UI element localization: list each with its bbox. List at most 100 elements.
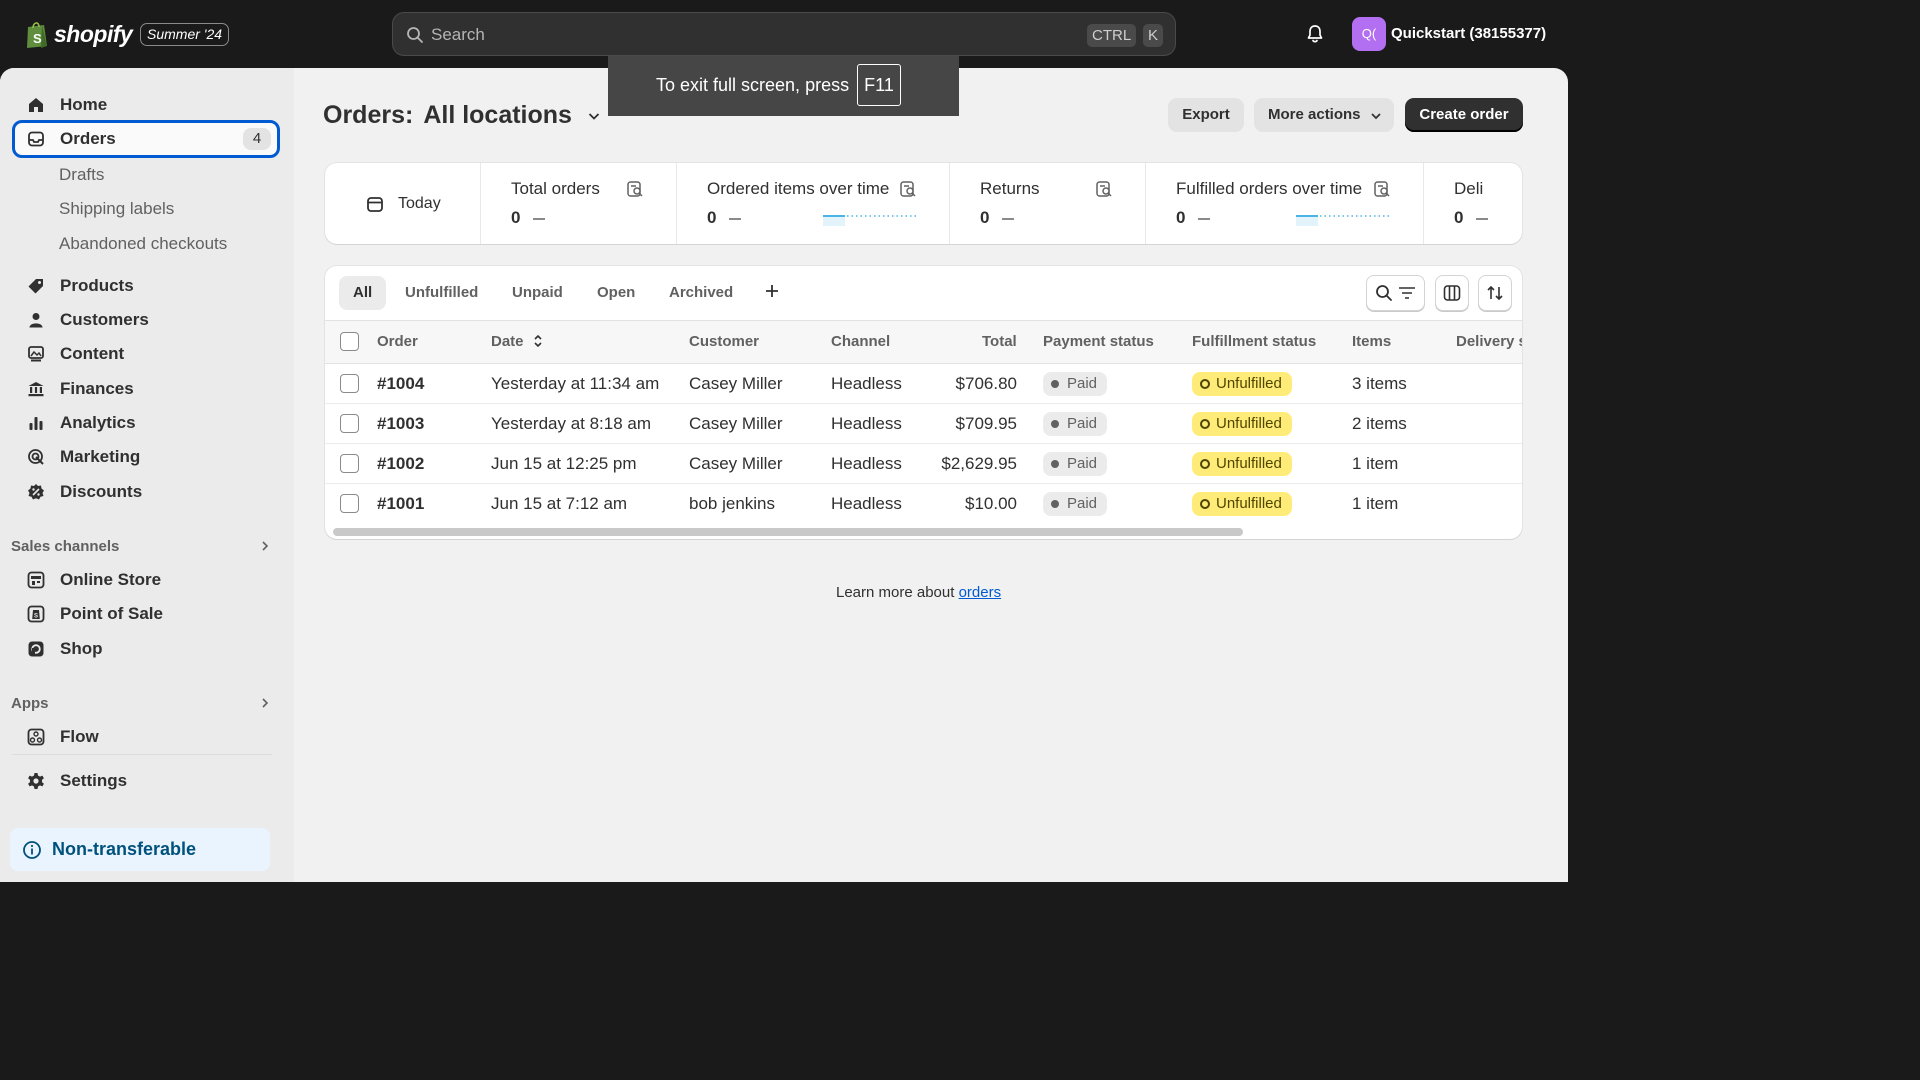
tab-unpaid[interactable]: Unpaid bbox=[498, 276, 577, 310]
row-checkbox[interactable] bbox=[340, 414, 359, 433]
create-order-button[interactable]: Create order bbox=[1405, 98, 1523, 132]
row-checkbox[interactable] bbox=[340, 494, 359, 513]
column-header-date[interactable]: Date bbox=[491, 333, 544, 350]
shortcut-k-key: K bbox=[1143, 24, 1164, 47]
sidebar-subitem-shipping-labels[interactable]: Shipping labels bbox=[59, 199, 174, 219]
horizontal-scrollbar[interactable] bbox=[333, 528, 1243, 536]
bell-icon[interactable] bbox=[1305, 24, 1325, 44]
report-icon[interactable] bbox=[1373, 180, 1391, 198]
metric-label: Returns bbox=[980, 179, 1040, 198]
sidebar-item-marketing[interactable]: Marketing bbox=[12, 440, 280, 474]
order-number[interactable]: #1003 bbox=[377, 414, 424, 434]
sidebar-item-home[interactable]: Home bbox=[12, 88, 280, 122]
calendar-icon bbox=[367, 196, 383, 212]
sidebar-item-online-store[interactable]: Online Store bbox=[12, 563, 280, 597]
fullscreen-toast: To exit full screen, press F11 bbox=[608, 56, 959, 116]
order-number[interactable]: #1004 bbox=[377, 374, 424, 394]
sidebar-divider bbox=[12, 754, 272, 755]
sidebar-item-label: Point of Sale bbox=[60, 604, 163, 623]
sidebar-item-orders[interactable]: Orders 4 bbox=[12, 120, 280, 158]
report-icon[interactable] bbox=[626, 180, 644, 198]
orders-count-badge: 4 bbox=[243, 128, 271, 150]
columns-button[interactable] bbox=[1435, 275, 1469, 311]
column-header-date-label: Date bbox=[491, 333, 524, 350]
order-items[interactable]: 2 items bbox=[1352, 414, 1407, 434]
svg-text:S: S bbox=[34, 614, 38, 620]
tab-archived[interactable]: Archived bbox=[655, 276, 747, 310]
sidebar-item-discounts[interactable]: Discounts bbox=[12, 475, 280, 509]
table-row[interactable]: #1002 Jun 15 at 12:25 pm Casey Miller He… bbox=[325, 444, 1522, 484]
inbox-icon bbox=[26, 129, 46, 149]
metric-total-orders[interactable]: Total orders 0 bbox=[480, 163, 676, 244]
report-icon[interactable] bbox=[1095, 180, 1113, 198]
order-number[interactable]: #1001 bbox=[377, 494, 424, 514]
order-customer: Casey Miller bbox=[689, 454, 783, 473]
app-shell: Home Orders 4 Drafts Shipping labels Aba… bbox=[0, 68, 1568, 882]
order-items[interactable]: 1 item bbox=[1352, 454, 1398, 474]
tab-all[interactable]: All bbox=[339, 276, 387, 310]
learn-more-text: Learn more about bbox=[836, 584, 955, 601]
date-range-picker[interactable]: Today bbox=[325, 163, 480, 244]
metric-delivered-orders[interactable]: Deli 0 bbox=[1423, 163, 1522, 244]
more-actions-button[interactable]: More actions bbox=[1254, 98, 1394, 132]
row-checkbox[interactable] bbox=[340, 374, 359, 393]
sidebar-item-label: Flow bbox=[60, 727, 99, 746]
table-row[interactable]: #1004 Yesterday at 11:34 am Casey Miller… bbox=[325, 364, 1522, 404]
notice-label: Non-transferable bbox=[52, 839, 197, 859]
select-all-checkbox[interactable] bbox=[340, 332, 359, 351]
sidebar-item-products[interactable]: Products bbox=[12, 269, 280, 303]
store-avatar[interactable]: Q( bbox=[1352, 17, 1386, 51]
order-number[interactable]: #1002 bbox=[377, 454, 424, 474]
metric-value: 0 bbox=[707, 208, 717, 227]
report-icon[interactable] bbox=[899, 180, 917, 198]
metric-ordered-items[interactable]: Ordered items over time 0 bbox=[676, 163, 949, 244]
edition-badge[interactable]: Summer '24 bbox=[140, 23, 230, 46]
column-header-customer: Customer bbox=[689, 333, 760, 350]
sidebar-item-shop[interactable]: Shop bbox=[12, 632, 280, 666]
order-total: $10.00 bbox=[965, 494, 1017, 513]
chevron-right-icon[interactable] bbox=[260, 541, 270, 551]
target-icon bbox=[26, 447, 46, 467]
column-header-fulfillment-status: Fulfillment status bbox=[1192, 333, 1317, 350]
sidebar-subitem-drafts[interactable]: Drafts bbox=[59, 165, 104, 185]
chevron-right-icon[interactable] bbox=[260, 698, 270, 708]
search-filter-button[interactable] bbox=[1366, 275, 1425, 311]
fulfillment-status-badge: Unfulfilled bbox=[1192, 412, 1292, 436]
column-header-order: Order bbox=[377, 333, 418, 350]
order-items[interactable]: 1 item bbox=[1352, 494, 1398, 514]
store-name[interactable]: Quickstart (38155377) bbox=[1391, 25, 1546, 42]
order-channel: Headless bbox=[831, 374, 902, 393]
order-channel: Headless bbox=[831, 454, 902, 473]
sidebar-item-content[interactable]: Content bbox=[12, 337, 280, 371]
sidebar-item-analytics[interactable]: Analytics bbox=[12, 406, 280, 440]
apps-heading[interactable]: Apps bbox=[11, 695, 49, 712]
flow-icon bbox=[26, 727, 46, 747]
page-title[interactable]: Orders: All locations bbox=[323, 101, 602, 130]
sales-channels-heading[interactable]: Sales channels bbox=[11, 538, 119, 555]
sidebar-item-flow[interactable]: Flow bbox=[12, 720, 280, 754]
tab-open[interactable]: Open bbox=[583, 276, 649, 310]
row-checkbox[interactable] bbox=[340, 454, 359, 473]
sidebar-item-finances[interactable]: Finances bbox=[12, 372, 280, 406]
sidebar-item-point-of-sale[interactable]: S Point of Sale bbox=[12, 597, 280, 631]
filter-icon bbox=[1399, 287, 1415, 299]
metric-returns[interactable]: Returns 0 bbox=[949, 163, 1145, 244]
learn-more-orders-link[interactable]: orders bbox=[959, 584, 1002, 601]
table-row[interactable]: #1001 Jun 15 at 7:12 am bob jenkins Head… bbox=[325, 484, 1522, 524]
column-header-payment-status: Payment status bbox=[1043, 333, 1154, 350]
sidebar-item-label: Home bbox=[60, 95, 108, 114]
table-row[interactable]: #1003 Yesterday at 8:18 am Casey Miller … bbox=[325, 404, 1522, 444]
metric-fulfilled-orders[interactable]: Fulfilled orders over time 0 bbox=[1145, 163, 1423, 244]
add-view-icon[interactable] bbox=[763, 282, 781, 300]
sort-button[interactable] bbox=[1478, 275, 1512, 311]
search-bar[interactable]: Search CTRL K bbox=[392, 12, 1176, 56]
order-items[interactable]: 3 items bbox=[1352, 374, 1407, 394]
sidebar-item-customers[interactable]: Customers bbox=[12, 303, 280, 337]
tab-unfulfilled[interactable]: Unfulfilled bbox=[391, 276, 492, 310]
shopify-logo[interactable]: S shopify bbox=[24, 19, 133, 49]
export-button[interactable]: Export bbox=[1168, 98, 1244, 132]
non-transferable-notice[interactable]: Non-transferable bbox=[10, 828, 270, 871]
sidebar-item-settings[interactable]: Settings bbox=[12, 764, 280, 798]
sidebar-subitem-abandoned-checkouts[interactable]: Abandoned checkouts bbox=[59, 234, 227, 254]
page-title-prefix: Orders: bbox=[323, 101, 414, 129]
